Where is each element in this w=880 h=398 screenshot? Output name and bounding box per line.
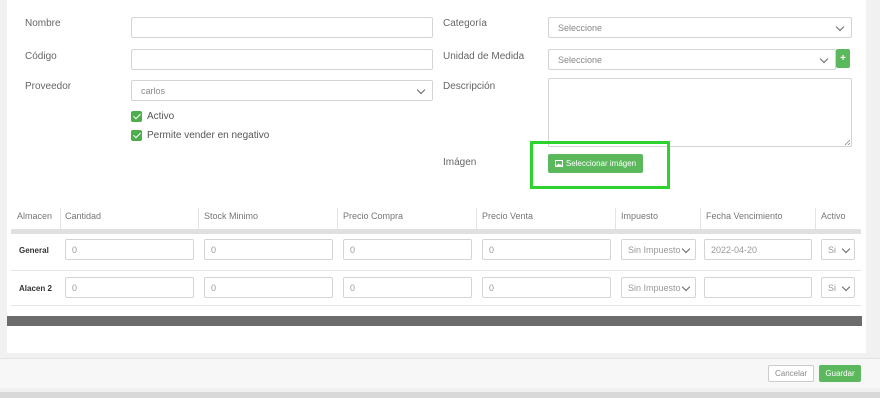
row-almacen-name: Alacen 2 [19, 284, 52, 293]
categoria-value: Seleccione [558, 22, 603, 33]
th-activo: Activo [821, 211, 846, 221]
proveedor-value: carlos [141, 85, 166, 96]
impuesto-value: Sin Impuesto [628, 282, 681, 293]
activo-select[interactable]: Si [821, 239, 855, 260]
select-image-label: Seleccionar imágen [565, 159, 637, 168]
col-divider [700, 208, 701, 229]
th-precio-venta: Precio Venta [482, 211, 534, 221]
fecha-vencimiento-input[interactable] [704, 277, 812, 298]
categoria-select[interactable]: Seleccione [548, 17, 852, 38]
col-divider [198, 208, 199, 229]
negativo-label: Permite vender en negativo [147, 130, 270, 141]
table-header-bar [11, 229, 861, 234]
col-divider [337, 208, 338, 229]
unidad-value: Seleccione [558, 54, 603, 65]
col-divider [815, 208, 816, 229]
chevron-down-icon [841, 282, 851, 291]
th-cantidad: Cantidad [65, 211, 102, 221]
row-almacen-name: General [19, 246, 49, 255]
row-divider [11, 305, 861, 306]
precio-compra-input[interactable]: 0 [343, 239, 472, 260]
impuesto-value: Sin Impuesto [628, 244, 681, 255]
cantidad-input[interactable]: 0 [65, 239, 194, 260]
activo-select[interactable]: Si [821, 277, 855, 298]
precio-venta-input[interactable]: 0 [482, 239, 611, 260]
chevron-down-icon [819, 54, 829, 63]
save-button[interactable]: Guardar [819, 365, 861, 382]
nombre-label: Nombre [25, 18, 61, 29]
chevron-down-icon [835, 22, 845, 31]
resize-handle-icon[interactable] [844, 139, 851, 146]
col-divider [476, 208, 477, 229]
cancel-button[interactable]: Cancelar [768, 365, 814, 382]
codigo-input[interactable] [131, 49, 433, 70]
precio-compra-input[interactable]: 0 [343, 277, 472, 298]
image-icon [554, 160, 563, 167]
bottom-border [0, 392, 880, 398]
chevron-down-icon [416, 85, 426, 94]
col-divider [615, 208, 616, 229]
modal-footer [0, 358, 880, 388]
unidad-label: Unidad de Medida [443, 51, 525, 62]
precio-venta-input[interactable]: 0 [482, 277, 611, 298]
codigo-label: Código [25, 51, 57, 62]
th-almacen: Almacen [17, 211, 53, 221]
th-impuesto: Impuesto [621, 211, 659, 221]
descripcion-label: Descripción [443, 81, 496, 92]
select-image-button[interactable]: Seleccionar imágen [548, 154, 643, 173]
th-precio-compra: Precio Compra [343, 211, 404, 221]
horizontal-scrollbar[interactable] [7, 316, 862, 326]
row-divider [11, 270, 861, 271]
chevron-down-icon [841, 244, 851, 253]
impuesto-select[interactable]: Sin Impuesto [621, 277, 696, 298]
th-fecha-vencimiento: Fecha Vencimiento [706, 211, 783, 221]
activo-value: Si [828, 282, 837, 293]
impuesto-select[interactable]: Sin Impuesto [621, 239, 696, 260]
activo-label: Activo [147, 111, 175, 122]
proveedor-label: Proveedor [25, 81, 72, 92]
plus-icon: + [840, 53, 846, 64]
descripcion-textarea[interactable] [548, 78, 852, 147]
stock-minimo-input[interactable]: 0 [204, 239, 333, 260]
fecha-vencimiento-input[interactable]: 2022-04-20 [704, 239, 812, 260]
activo-value: Si [828, 244, 837, 255]
unidad-select[interactable]: Seleccione [548, 49, 836, 70]
nombre-input[interactable] [131, 17, 433, 38]
cantidad-input[interactable]: 0 [65, 277, 194, 298]
th-stock-minimo: Stock Minimo [204, 211, 259, 221]
proveedor-select[interactable]: carlos [131, 80, 433, 101]
activo-checkbox[interactable] [131, 111, 142, 122]
stock-minimo-input[interactable]: 0 [204, 277, 333, 298]
negativo-checkbox[interactable] [131, 130, 142, 141]
imagen-label: Imágen [443, 157, 477, 168]
add-unidad-button[interactable]: + [836, 49, 850, 68]
col-divider [60, 208, 61, 229]
categoria-label: Categoría [443, 18, 487, 29]
